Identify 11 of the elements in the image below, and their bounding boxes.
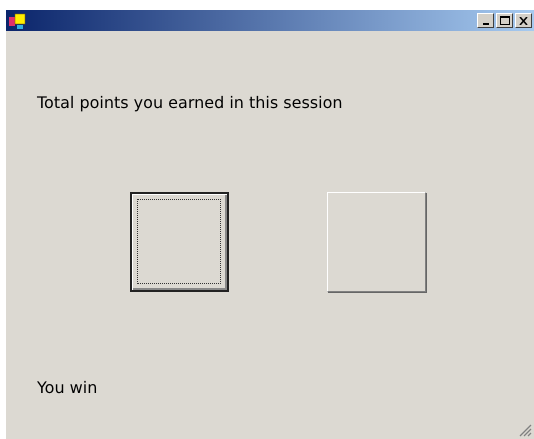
maximize-icon	[500, 16, 510, 25]
square-button[interactable]	[130, 192, 229, 292]
resize-grip-icon[interactable]	[518, 423, 532, 437]
maximize-button[interactable]	[496, 13, 513, 28]
close-icon	[519, 16, 528, 24]
result-label: You win	[37, 378, 98, 397]
minimize-button[interactable]	[477, 13, 494, 28]
minimize-icon	[482, 22, 488, 24]
app-icon	[9, 12, 27, 28]
close-button[interactable]	[515, 13, 532, 28]
points-label: Total points you earned in this session	[37, 93, 344, 112]
